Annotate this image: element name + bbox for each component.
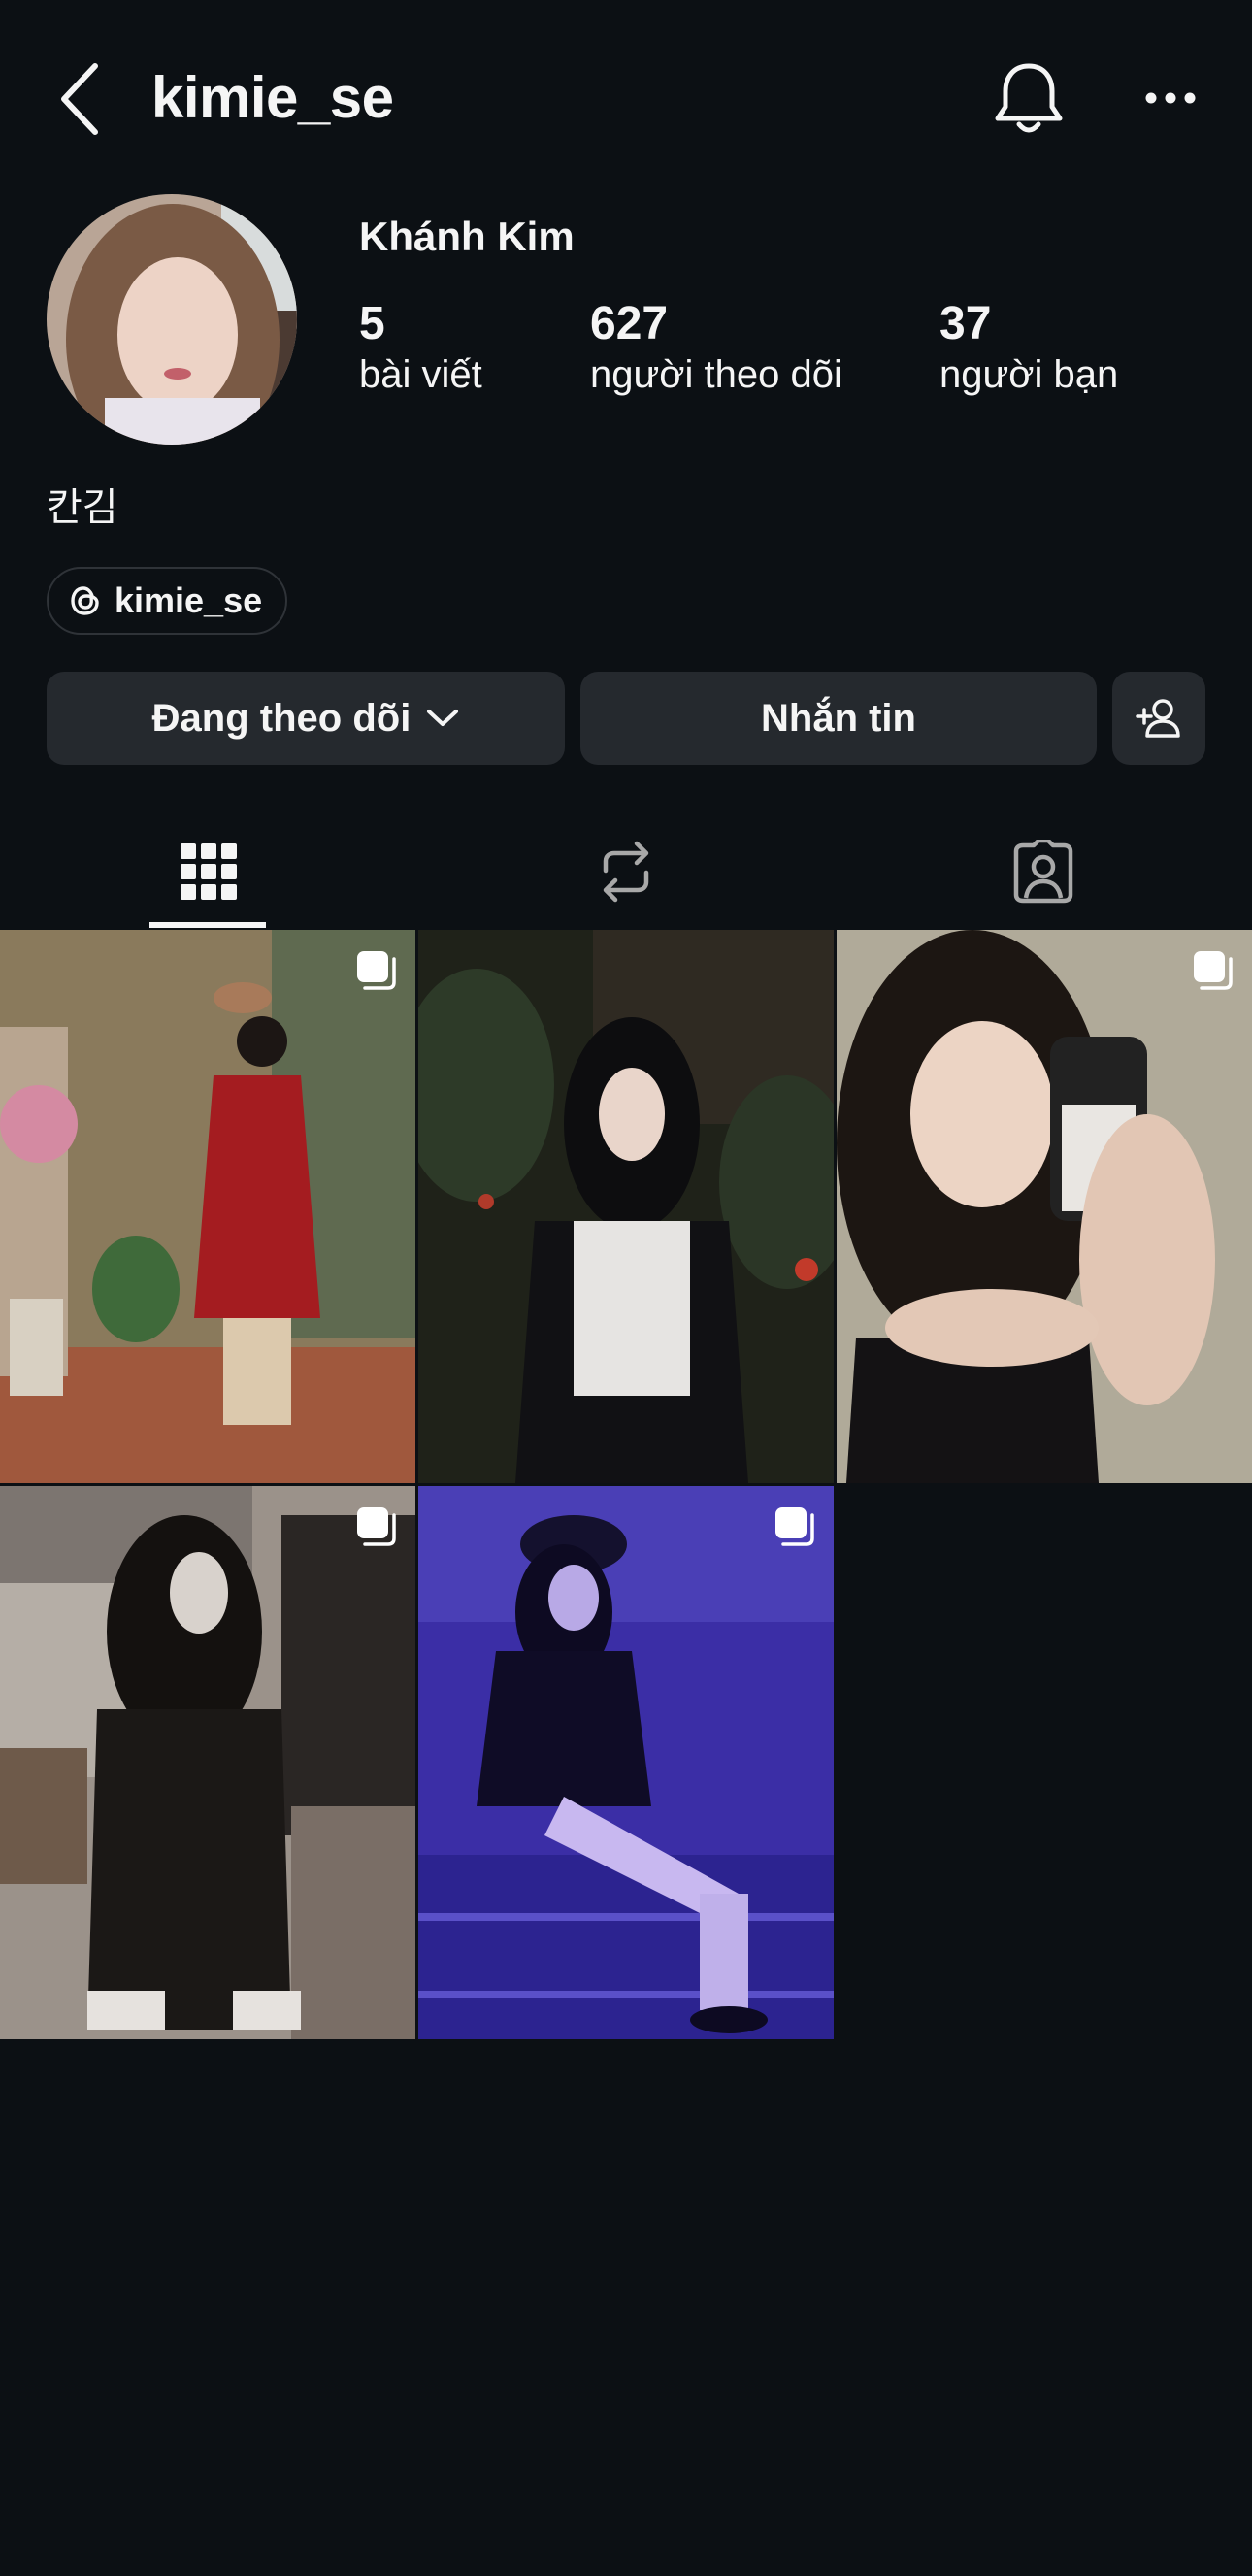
post-thumbnail[interactable] — [837, 930, 1252, 1483]
bell-icon[interactable] — [994, 60, 1064, 136]
post-thumbnail[interactable] — [418, 1486, 834, 2039]
add-person-icon — [1136, 699, 1180, 738]
following-button[interactable]: Đang theo dõi — [47, 672, 565, 765]
post-thumbnail[interactable] — [0, 1486, 415, 2039]
back-icon[interactable] — [56, 60, 105, 138]
following-label: Đang theo dõi — [151, 696, 412, 740]
tab-tagged[interactable] — [835, 815, 1252, 928]
post-thumbnail[interactable] — [0, 930, 415, 1483]
avatar[interactable] — [47, 194, 297, 445]
tab-reposts[interactable] — [417, 815, 835, 928]
followers-count[interactable]: 627 — [590, 297, 668, 350]
chevron-down-icon — [427, 710, 459, 726]
message-button[interactable]: Nhắn tin — [580, 672, 1097, 765]
followers-label[interactable]: người theo dõi — [590, 353, 842, 397]
profile-bio: 칸김 — [47, 486, 118, 529]
profile-username: kimie_se — [151, 65, 394, 130]
threads-handle: kimie_se — [115, 580, 263, 620]
carousel-icon — [357, 951, 396, 990]
more-horizontal-icon[interactable] — [1143, 87, 1198, 109]
add-user-button[interactable] — [1112, 672, 1205, 765]
posts-count: 5 — [359, 298, 385, 349]
active-tab-indicator — [149, 922, 266, 928]
friends-label[interactable]: người bạn — [939, 353, 1118, 397]
threads-link[interactable]: kimie_se — [47, 567, 288, 635]
post-thumbnail[interactable] — [418, 930, 834, 1483]
carousel-icon — [357, 1507, 396, 1546]
repost-icon — [603, 841, 649, 903]
message-label: Nhắn tin — [761, 696, 916, 740]
carousel-icon — [1194, 951, 1233, 990]
tab-posts-grid[interactable] — [0, 815, 417, 928]
tagged-person-icon — [1013, 840, 1073, 904]
grid-icon — [181, 843, 237, 900]
carousel-icon — [775, 1507, 814, 1546]
posts-label: bài viết — [359, 353, 482, 396]
threads-icon — [71, 586, 99, 615]
friends-count[interactable]: 37 — [939, 297, 991, 350]
profile-full-name: Khánh Kim — [359, 214, 575, 259]
